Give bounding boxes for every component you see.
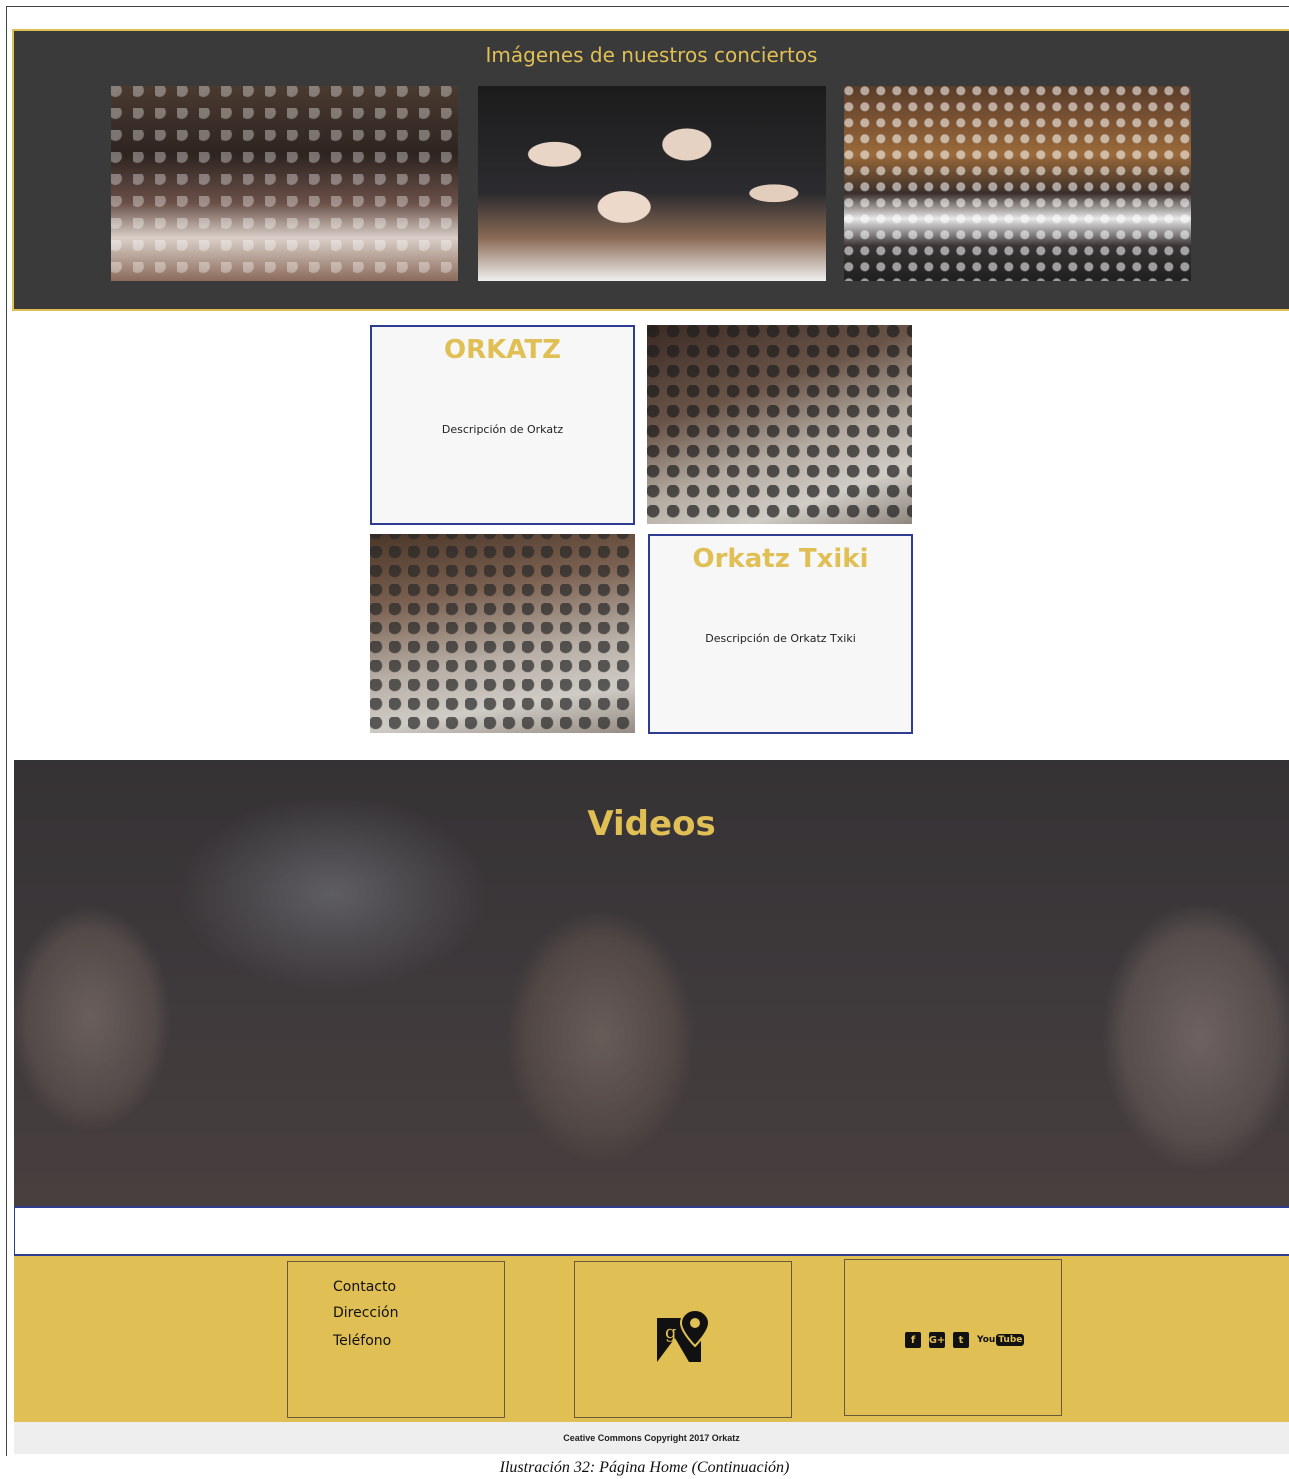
footer-link-telefono[interactable]: Teléfono bbox=[333, 1333, 391, 1349]
card-description: Descripción de Orkatz Txiki bbox=[705, 632, 856, 645]
youtube-icon[interactable]: You Tube bbox=[977, 1332, 1025, 1348]
concert-photo-1[interactable] bbox=[111, 86, 458, 281]
svg-text:g: g bbox=[665, 1322, 677, 1343]
copyright-bar: Ceative Commons Copyright 2017 Orkatz bbox=[14, 1422, 1289, 1454]
footer: Contacto Dirección Teléfono g f G+ t You… bbox=[14, 1256, 1289, 1422]
footer-link-contacto[interactable]: Contacto bbox=[333, 1279, 396, 1295]
footer-social-box: f G+ t You Tube bbox=[844, 1259, 1062, 1416]
footer-map-box: g bbox=[574, 1261, 792, 1418]
gallery-title: Imágenes de nuestros conciertos bbox=[485, 43, 818, 67]
google-maps-icon[interactable]: g bbox=[655, 1308, 713, 1366]
facebook-icon[interactable]: f bbox=[905, 1332, 921, 1348]
google-plus-icon[interactable]: G+ bbox=[929, 1332, 945, 1348]
card-title: ORKATZ bbox=[444, 335, 561, 365]
concert-gallery: Imágenes de nuestros conciertos bbox=[12, 29, 1289, 311]
card-title: Orkatz Txiki bbox=[692, 544, 869, 574]
youtube-you: You bbox=[977, 1335, 996, 1345]
figure-caption: Ilustración 32: Página Home (Continuació… bbox=[499, 1459, 790, 1476]
concert-photo-3[interactable] bbox=[844, 86, 1191, 281]
videos-section[interactable]: Videos bbox=[14, 760, 1289, 1206]
card-orkatz[interactable]: ORKATZ Descripción de Orkatz bbox=[370, 325, 635, 525]
footer-contact-box: Contacto Dirección Teléfono bbox=[287, 1261, 505, 1418]
card-orkatz-txiki[interactable]: Orkatz Txiki Descripción de Orkatz Txiki bbox=[648, 534, 913, 734]
youtube-tube: Tube bbox=[996, 1334, 1025, 1346]
orkatz-photo bbox=[647, 325, 912, 524]
concert-photo-2[interactable] bbox=[478, 86, 826, 281]
social-links: f G+ t You Tube bbox=[905, 1332, 1025, 1348]
video-strip bbox=[14, 1206, 1289, 1256]
footer-link-direccion[interactable]: Dirección bbox=[333, 1305, 398, 1321]
card-description: Descripción de Orkatz bbox=[441, 423, 564, 436]
orkatz-txiki-photo bbox=[370, 534, 635, 733]
twitter-icon[interactable]: t bbox=[953, 1332, 969, 1348]
videos-title: Videos bbox=[587, 804, 716, 844]
